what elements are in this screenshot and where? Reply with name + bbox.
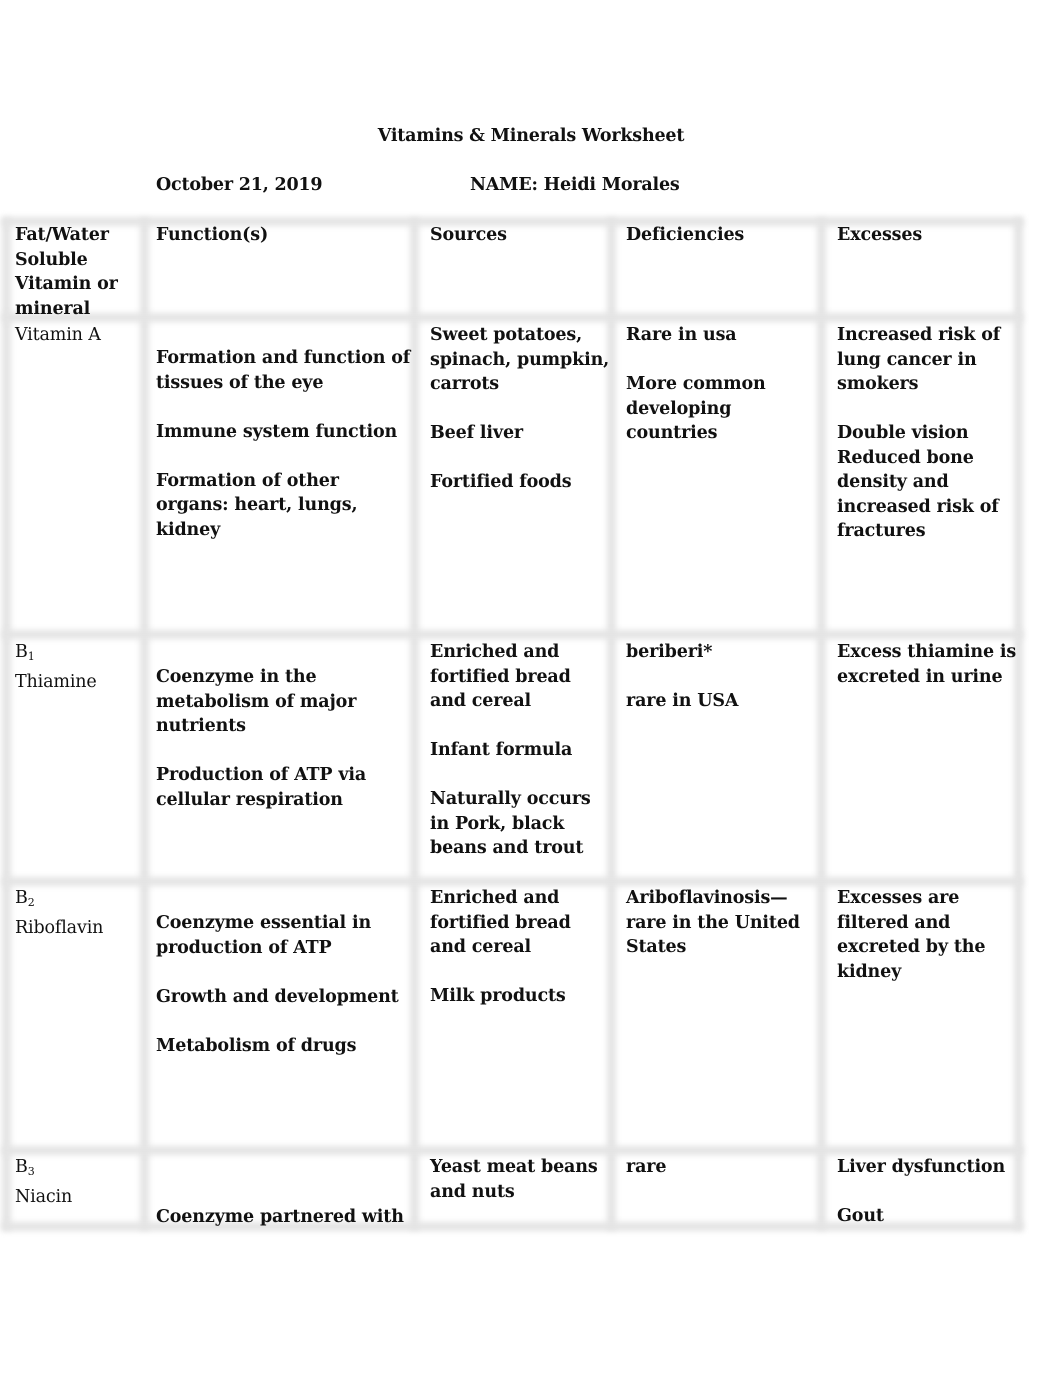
header-cell-functions: Function(s) xyxy=(156,225,269,245)
vitamin-name-cell: B3 Niacin xyxy=(15,1155,140,1209)
vitamin-code: B xyxy=(15,642,28,662)
deficiencies-cell: Rare in usa More common developing count… xyxy=(626,325,766,443)
header-cell-sources: Sources xyxy=(430,225,507,245)
functions-cell: Coenzyme in the metabolism of major nutr… xyxy=(156,667,367,810)
table-border xyxy=(140,218,149,1230)
header-cell-type: Fat/Water Soluble Vitamin or mineral xyxy=(15,225,118,319)
deficiencies-cell: Ariboflavinosis— rare in the United Stat… xyxy=(626,888,800,957)
document-title: Vitamins & Minerals Worksheet xyxy=(377,126,685,146)
sources-cell: Yeast meat beans and nuts xyxy=(430,1157,598,1202)
document-date: October 21, 2019 xyxy=(156,175,323,195)
functions-cell: Formation and function of tissues of the… xyxy=(156,348,411,540)
sources-cell: Enriched and fortified bread and cereal … xyxy=(430,888,571,1006)
vitamin-subscript: 2 xyxy=(27,896,35,909)
table-border xyxy=(2,313,1023,322)
functions-cell: Coenzyme partnered with xyxy=(156,1207,404,1227)
deficiencies-cell: rare xyxy=(626,1157,667,1177)
vitamin-name-cell: B2 Riboflavin xyxy=(15,886,140,940)
vitamin-subscript: 1 xyxy=(27,650,35,663)
vitamin-name-cell: Vitamin A xyxy=(15,323,140,348)
header-cell-deficiencies: Deficiencies xyxy=(626,225,745,245)
vitamin-code: B xyxy=(15,1157,28,1177)
header-cell-excesses: Excesses xyxy=(837,225,923,245)
sources-cell: Sweet potatoes, spinach, pumpkin, carrot… xyxy=(430,325,610,492)
table-border xyxy=(2,218,11,1230)
sources-cell: Enriched and fortified bread and cereal … xyxy=(430,642,591,858)
vitamin-name: Thiamine xyxy=(15,671,97,692)
student-name: NAME: Heidi Morales xyxy=(470,175,680,195)
vitamin-name: Vitamin A xyxy=(15,325,101,345)
excesses-cell: Increased risk of lung cancer in smokers… xyxy=(837,325,1001,541)
vitamin-subscript: 3 xyxy=(27,1165,35,1178)
vitamin-name: Riboflavin xyxy=(15,917,104,938)
table-border xyxy=(2,630,1023,639)
excesses-cell: Excesses are filtered and excreted by th… xyxy=(837,888,986,982)
excesses-cell: Excess thiamine is excreted in urine xyxy=(837,642,1017,687)
excesses-cell: Liver dysfunction Gout xyxy=(837,1157,1006,1226)
vitamin-code: B xyxy=(15,888,28,908)
vitamin-name: Niacin xyxy=(15,1186,73,1207)
table-border xyxy=(2,877,1023,886)
functions-cell: Coenzyme essential in production of ATP … xyxy=(156,913,399,1056)
table-border xyxy=(2,1146,1023,1155)
table-border xyxy=(817,218,826,1230)
deficiencies-cell: beriberi* rare in USA xyxy=(626,642,739,711)
vitamin-name-cell: B1 Thiamine xyxy=(15,640,140,694)
